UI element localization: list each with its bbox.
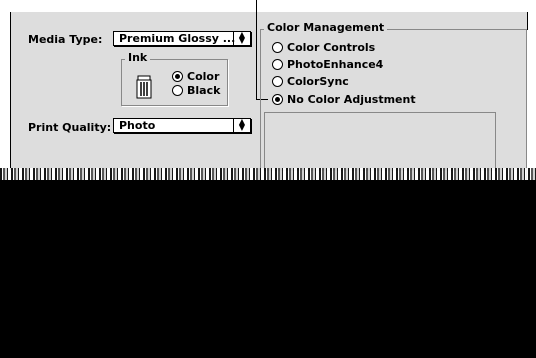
radio-selected-icon xyxy=(272,94,283,105)
color-controls-radio[interactable]: Color Controls xyxy=(272,42,375,54)
photoenhance4-label: PhotoEnhance4 xyxy=(287,58,384,71)
radio-selected-icon xyxy=(172,71,183,82)
radio-unselected-icon xyxy=(272,42,283,53)
print-quality-value: Photo xyxy=(119,119,156,132)
no-color-adjustment-label: No Color Adjustment xyxy=(287,93,416,106)
callout-line xyxy=(256,0,257,100)
ink-cartridge-icon xyxy=(136,75,152,99)
media-type-value: Premium Glossy ... xyxy=(119,32,236,45)
media-type-popup[interactable]: Premium Glossy ... ▲ ▼ xyxy=(113,31,251,46)
print-quality-label: Print Quality: xyxy=(28,121,112,134)
colorsync-radio[interactable]: ColorSync xyxy=(272,76,349,88)
ink-black-label: Black xyxy=(187,84,221,97)
settings-preview-box xyxy=(264,112,496,171)
ink-color-radio[interactable]: Color xyxy=(172,71,219,83)
radio-unselected-icon xyxy=(272,76,283,87)
black-area xyxy=(0,180,536,358)
radio-unselected-icon xyxy=(272,59,283,70)
color-controls-label: Color Controls xyxy=(287,41,376,54)
media-type-label: Media Type: xyxy=(28,33,103,46)
print-quality-popup[interactable]: Photo ▲ ▼ xyxy=(113,118,251,133)
ink-color-label: Color xyxy=(187,70,220,83)
color-management-title: Color Management xyxy=(264,22,388,34)
photoenhance4-radio[interactable]: PhotoEnhance4 xyxy=(272,59,383,71)
ink-group-title: Ink xyxy=(125,52,151,64)
up-down-arrows-icon: ▲ ▼ xyxy=(233,118,250,132)
ink-black-radio[interactable]: Black xyxy=(172,85,220,97)
colorsync-label: ColorSync xyxy=(287,75,349,88)
radio-unselected-icon xyxy=(172,85,183,96)
no-color-adjustment-radio[interactable]: No Color Adjustment xyxy=(272,94,416,106)
up-down-arrows-icon: ▲ ▼ xyxy=(233,31,250,45)
